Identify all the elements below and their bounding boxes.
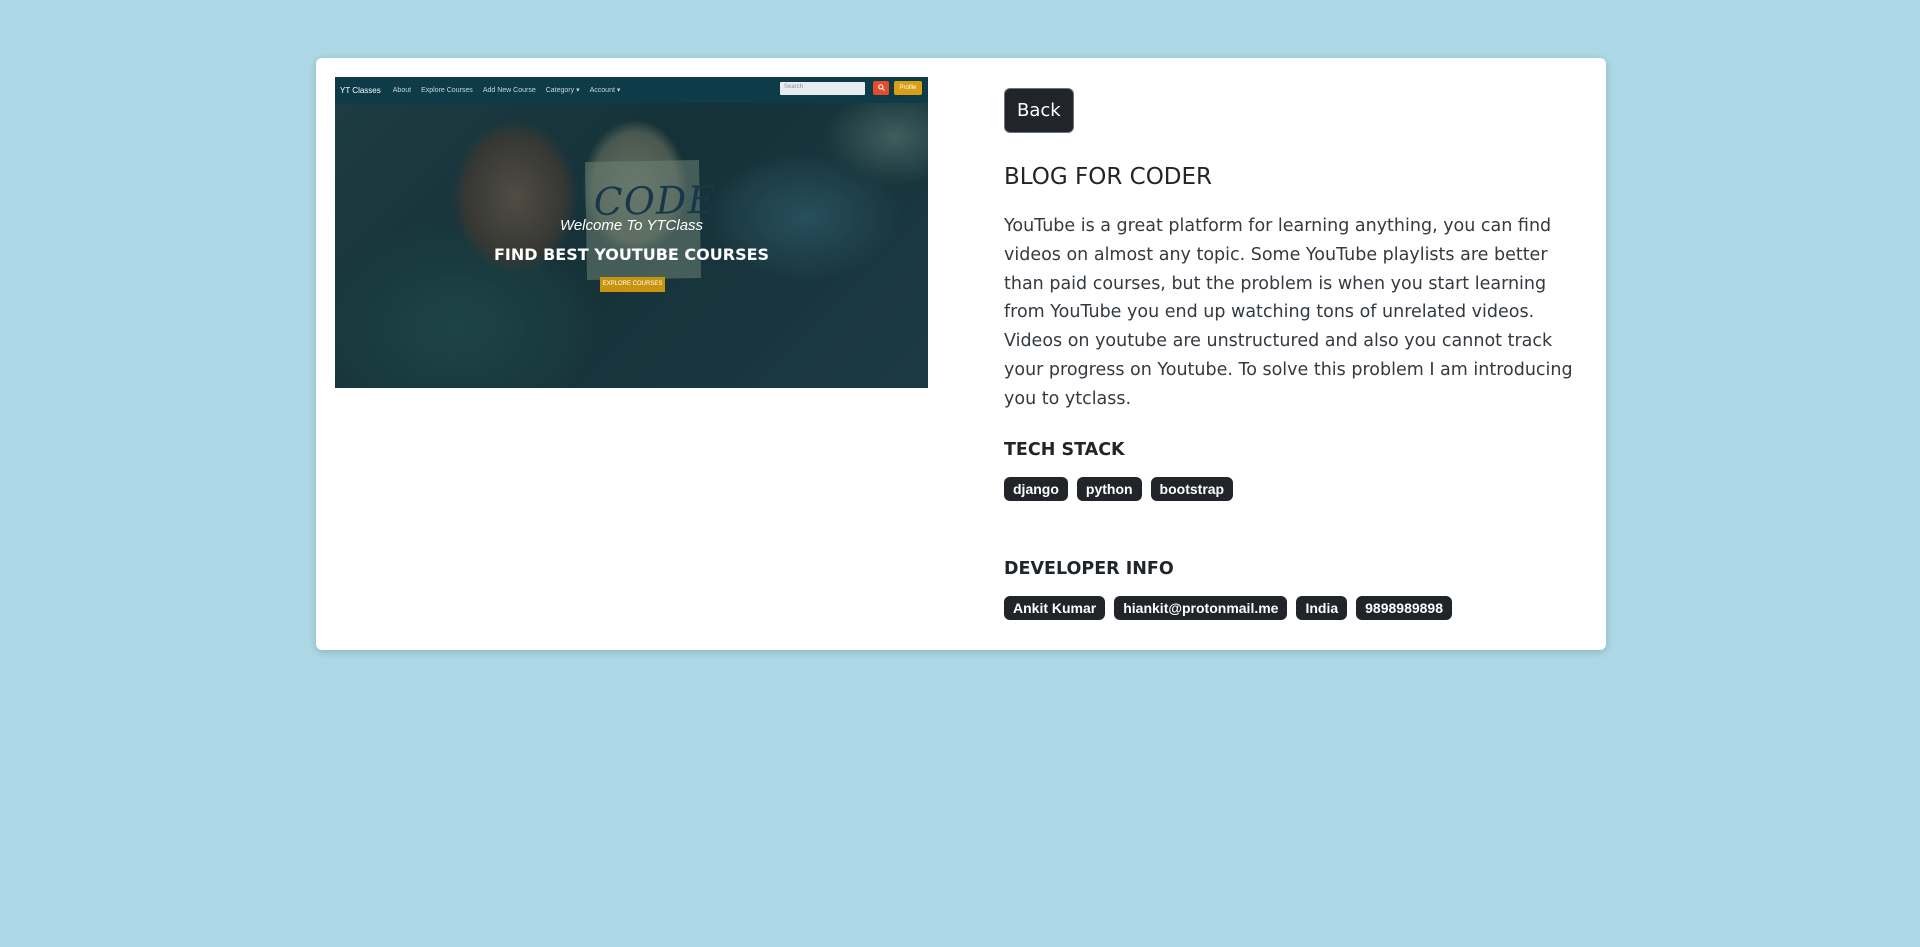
developer-info-badges: Ankit Kumar hiankit@protonmail.me India … bbox=[1004, 596, 1453, 620]
project-screenshot: CODE YT Classes About Explore Courses Ad… bbox=[335, 77, 928, 388]
tech-stack-heading: TECH STACK bbox=[1004, 440, 1125, 460]
developer-name-badge: Ankit Kumar bbox=[1004, 596, 1106, 620]
project-description: YouTube is a great platform for learning… bbox=[1004, 216, 1573, 409]
preview-hero-heading: FIND BEST YOUTUBE COURSES bbox=[493, 245, 770, 264]
preview-nav-link: Account ▾ bbox=[589, 87, 621, 94]
preview-profile-button: Profile bbox=[894, 81, 922, 95]
preview-search-button bbox=[873, 81, 889, 95]
search-icon bbox=[877, 84, 885, 92]
tech-stack-badges: django python bootstrap bbox=[1004, 477, 1234, 501]
developer-info-heading: DEVELOPER INFO bbox=[1004, 559, 1174, 579]
preview-nav-link: About bbox=[392, 86, 412, 94]
tech-badge-bootstrap: bootstrap bbox=[1150, 477, 1234, 501]
preview-nav-link: Category ▾ bbox=[545, 87, 580, 94]
project-title: BLOG FOR CODER bbox=[1004, 164, 1213, 190]
preview-nav-link: Explore Courses bbox=[421, 86, 473, 94]
preview-nav-link: Add New Course bbox=[482, 86, 536, 94]
preview-welcome-text: Welcome To YTClass bbox=[559, 217, 704, 234]
project-detail-card: CODE YT Classes About Explore Courses Ad… bbox=[316, 58, 1606, 650]
preview-search-input: Search bbox=[780, 82, 865, 95]
back-button[interactable]: Back bbox=[1004, 88, 1074, 133]
preview-navbar: YT Classes About Explore Courses Add New… bbox=[335, 77, 928, 103]
developer-email-badge: hiankit@protonmail.me bbox=[1114, 596, 1288, 620]
preview-explore-button: EXPLORE COURSES bbox=[600, 277, 665, 292]
preview-brand: YT Classes bbox=[340, 85, 381, 95]
tech-badge-django: django bbox=[1004, 477, 1068, 501]
tech-badge-python: python bbox=[1076, 477, 1142, 501]
developer-country-badge: India bbox=[1296, 596, 1348, 620]
developer-phone-badge: 9898989898 bbox=[1356, 596, 1453, 620]
